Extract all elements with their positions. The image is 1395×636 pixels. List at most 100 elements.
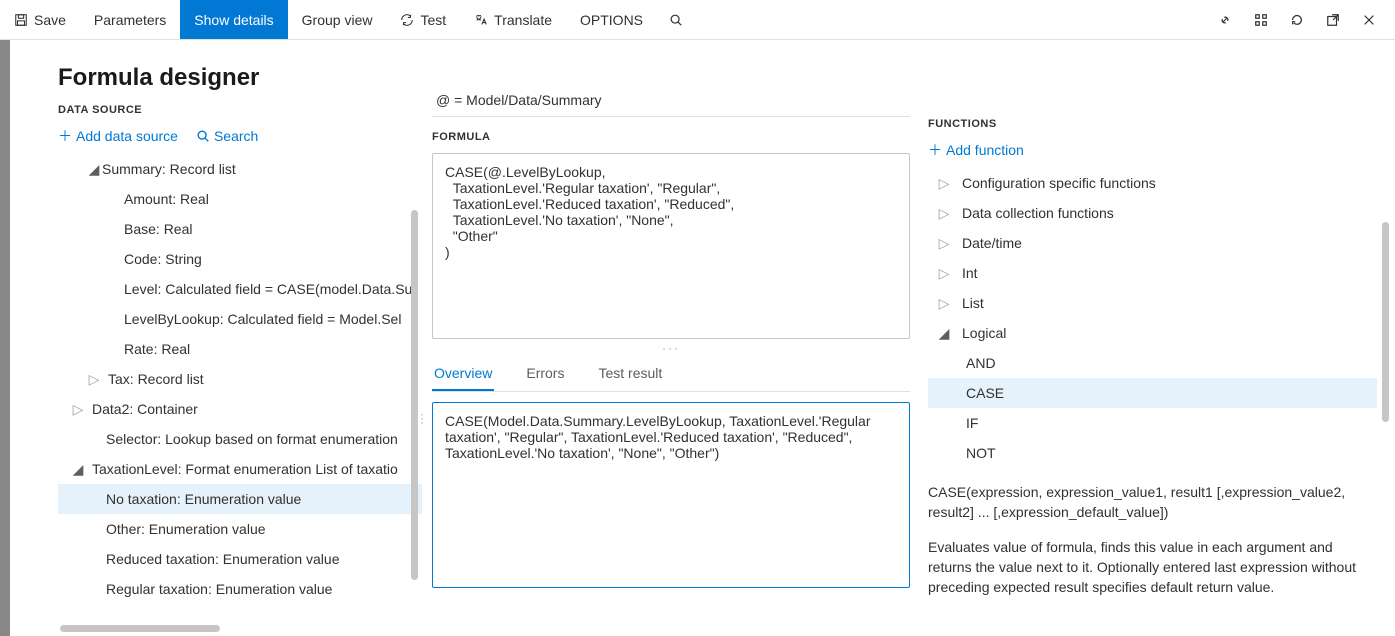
tree-item-levelbylookup[interactable]: LevelByLookup: Calculated field = Model.… <box>58 304 422 334</box>
formula-editor[interactable]: CASE(@.LevelByLookup, TaxationLevel.'Reg… <box>432 153 910 339</box>
tree-label: Tax: Record list <box>108 371 204 387</box>
add-function-button[interactable]: ＋ Add function <box>928 140 1024 160</box>
expander-expand-icon[interactable]: ▷ <box>936 295 952 312</box>
tree-item-tax[interactable]: ▷ Tax: Record list <box>58 364 422 394</box>
fn-item-label: CASE <box>966 385 1004 401</box>
tree-item-reduced[interactable]: Reduced taxation: Enumeration value <box>58 544 422 574</box>
expander-expand-icon[interactable]: ▷ <box>936 235 952 252</box>
app-toolbar: Save Parameters Show details Group view … <box>0 0 1395 40</box>
tab-overview[interactable]: Overview <box>432 357 494 391</box>
splitter-horizontal[interactable]: ··· <box>432 339 910 357</box>
tree-item-rate[interactable]: Rate: Real <box>58 334 422 364</box>
add-data-source-label: Add data source <box>76 128 178 144</box>
tree-item-amount[interactable]: Amount: Real <box>58 184 422 214</box>
expander-expand-icon[interactable]: ▷ <box>936 205 952 222</box>
fn-group-label: Configuration specific functions <box>962 175 1156 191</box>
horizontal-scrollbar[interactable] <box>60 625 220 632</box>
functions-label: FUNCTIONS <box>928 118 1377 130</box>
fn-group-label: List <box>962 295 984 311</box>
attach-button[interactable] <box>1207 2 1243 38</box>
tree-item-selector[interactable]: Selector: Lookup based on format enumera… <box>58 424 422 454</box>
fn-signature: CASE(expression, expression_value1, resu… <box>928 482 1373 523</box>
search-icon <box>669 13 683 27</box>
tab-test-result[interactable]: Test result <box>596 357 664 391</box>
vertical-scrollbar[interactable] <box>1382 222 1389 422</box>
refresh-page-icon <box>1290 13 1304 27</box>
fn-item-and[interactable]: AND <box>928 348 1377 378</box>
vertical-scrollbar[interactable] <box>411 210 418 580</box>
expander-collapse-icon[interactable]: ◢ <box>86 161 102 178</box>
result-tabs: Overview Errors Test result <box>432 357 910 392</box>
functions-panel: FUNCTIONS ＋ Add function ▷ Configuration … <box>920 40 1395 636</box>
fn-group-list[interactable]: ▷ List <box>928 288 1377 318</box>
expander-expand-icon[interactable]: ▷ <box>86 371 102 388</box>
save-button[interactable]: Save <box>0 0 80 39</box>
test-label: Test <box>420 12 446 28</box>
splitter-vertical[interactable]: ··· <box>420 412 424 424</box>
formula-label: FORMULA <box>432 131 910 143</box>
add-data-source-button[interactable]: ＋ Add data source <box>58 126 178 146</box>
expander-collapse-icon[interactable]: ◢ <box>936 325 952 342</box>
parameters-label: Parameters <box>94 12 166 28</box>
tree-item-code[interactable]: Code: String <box>58 244 422 274</box>
refresh-icon <box>400 13 414 27</box>
expander-collapse-icon[interactable]: ◢ <box>70 461 86 478</box>
fn-group-label: Date/time <box>962 235 1022 251</box>
close-button[interactable] <box>1351 2 1387 38</box>
fn-item-not[interactable]: NOT <box>928 438 1377 468</box>
search-data-source-button[interactable]: Search <box>196 126 258 146</box>
fn-item-label: NOT <box>966 445 996 461</box>
tab-errors[interactable]: Errors <box>524 357 566 391</box>
tree-label: Base: Real <box>124 221 192 237</box>
translate-label: Translate <box>494 12 552 28</box>
tree-label: Other: Enumeration value <box>106 521 266 537</box>
group-view-button[interactable]: Group view <box>288 0 387 39</box>
plus-icon: ＋ <box>928 140 942 160</box>
search-label: Search <box>214 128 258 144</box>
fn-item-label: AND <box>966 355 996 371</box>
tree-item-regular[interactable]: Regular taxation: Enumeration value <box>58 574 422 604</box>
overview-box[interactable]: CASE(Model.Data.Summary.LevelByLookup, T… <box>432 402 910 588</box>
fn-group-collection[interactable]: ▷ Data collection functions <box>928 198 1377 228</box>
show-details-button[interactable]: Show details <box>180 0 287 39</box>
popout-button[interactable] <box>1315 2 1351 38</box>
page-title: Formula designer <box>58 64 422 92</box>
tree-item-taxationlevel[interactable]: ◢ TaxationLevel: Format enumeration List… <box>58 454 422 484</box>
at-context-line: @ = Model/Data/Summary <box>432 64 910 117</box>
tree-item-level[interactable]: Level: Calculated field = CASE(model.Dat… <box>58 274 422 304</box>
fn-item-case[interactable]: CASE <box>928 378 1377 408</box>
fn-group-int[interactable]: ▷Int <box>928 258 1377 288</box>
test-button[interactable]: Test <box>386 0 460 39</box>
tree-item-data2[interactable]: ▷ Data2: Container <box>58 394 422 424</box>
fn-group-datetime[interactable]: ▷ Date/time <box>928 228 1377 258</box>
options-button[interactable]: OPTIONS <box>566 0 657 39</box>
functions-tree: ▷ Configuration specific functions ▷ Data … <box>928 168 1377 468</box>
tree-item-no-taxation[interactable]: No taxation: Enumeration value <box>58 484 422 514</box>
translate-button[interactable]: Translate <box>460 0 566 39</box>
search-toolbar-button[interactable] <box>657 0 695 39</box>
tree-item-summary[interactable]: ◢ Summary: Record list <box>58 154 422 184</box>
tree-item-other[interactable]: Other: Enumeration value <box>58 514 422 544</box>
add-function-label: Add function <box>946 142 1024 158</box>
tree-item-base[interactable]: Base: Real <box>58 214 422 244</box>
tree-label: No taxation: Enumeration value <box>106 491 301 507</box>
tree-label: Code: String <box>124 251 202 267</box>
parameters-button[interactable]: Parameters <box>80 0 180 39</box>
fn-group-configuration[interactable]: ▷ Configuration specific functions <box>928 168 1377 198</box>
options-label: OPTIONS <box>580 12 643 28</box>
refresh-page-button[interactable] <box>1279 2 1315 38</box>
fn-item-if[interactable]: IF <box>928 408 1377 438</box>
data-source-tree: ◢ Summary: Record list Amount: Real Base… <box>58 154 422 604</box>
plus-icon: ＋ <box>58 126 72 146</box>
tree-label: Reduced taxation: Enumeration value <box>106 551 339 567</box>
tree-label: Level: Calculated field = CASE(model.Dat… <box>124 281 412 297</box>
expander-expand-icon[interactable]: ▷ <box>70 401 86 418</box>
save-icon <box>14 13 28 27</box>
function-description: CASE(expression, expression_value1, resu… <box>928 482 1377 597</box>
apps-button[interactable] <box>1243 2 1279 38</box>
left-margin-bar <box>0 40 10 636</box>
fn-group-logical[interactable]: ◢Logical <box>928 318 1377 348</box>
expander-expand-icon[interactable]: ▷ <box>936 175 952 192</box>
expander-expand-icon[interactable]: ▷ <box>936 265 952 282</box>
fn-group-label: Data collection functions <box>962 205 1114 221</box>
